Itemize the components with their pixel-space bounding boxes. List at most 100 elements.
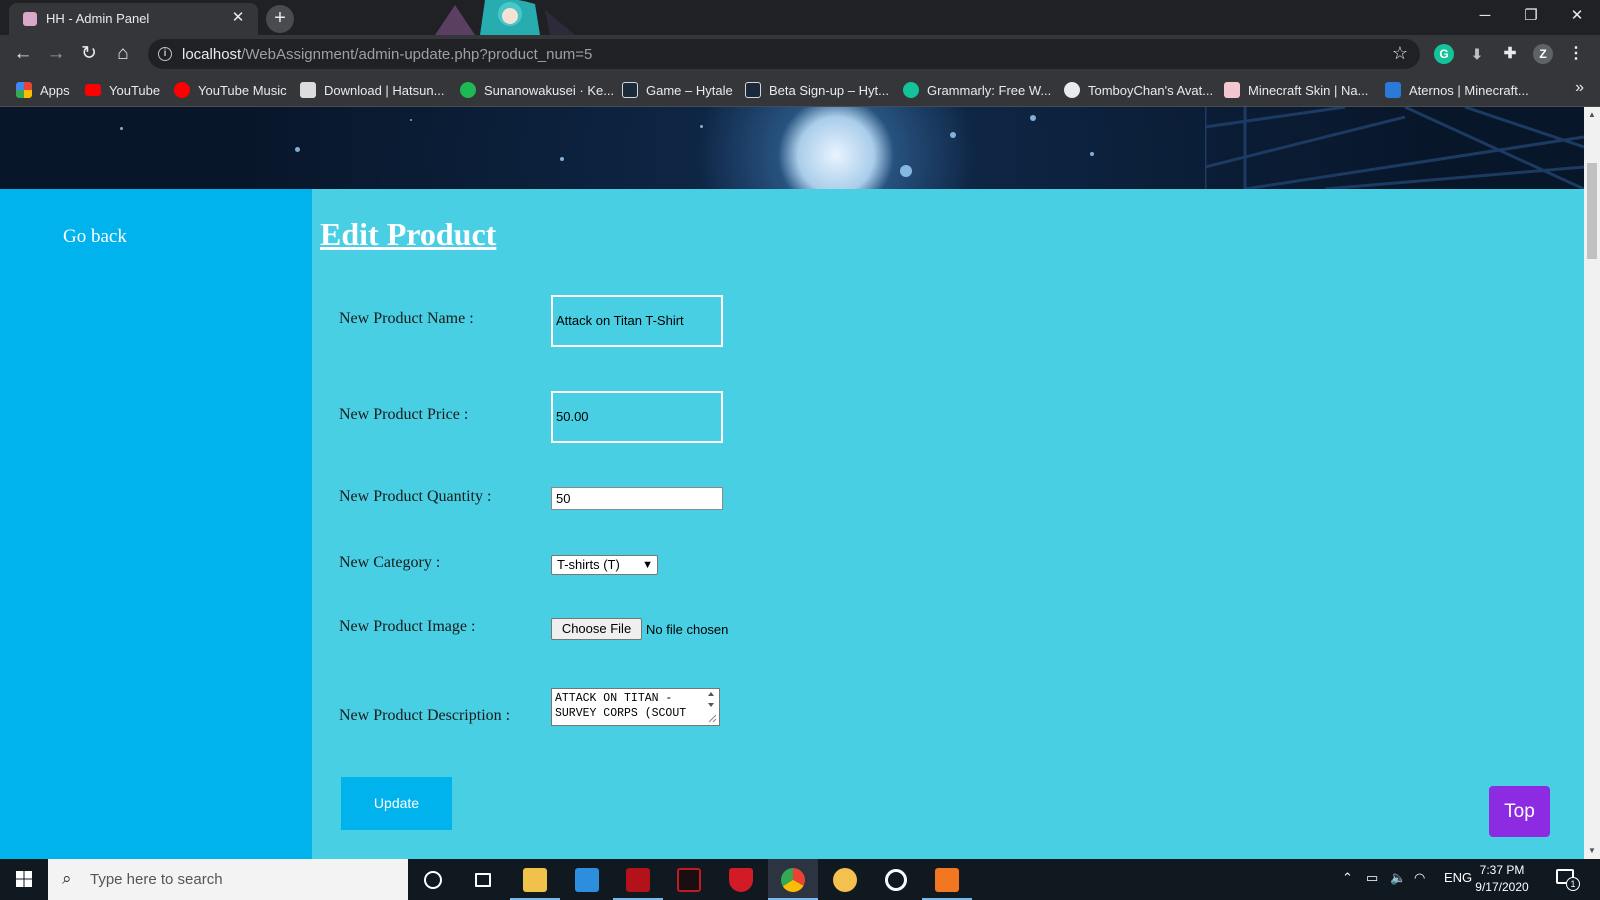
- page-title: Edit Product: [320, 216, 497, 252]
- mail-app[interactable]: [562, 859, 612, 900]
- action-center-button[interactable]: 1: [1556, 867, 1586, 893]
- update-button[interactable]: Update: [341, 777, 452, 830]
- product-quantity-input[interactable]: 50: [551, 487, 723, 510]
- profile-avatar[interactable]: Z: [1533, 44, 1553, 64]
- go-back-link[interactable]: Go back: [63, 226, 127, 248]
- bookmark-spotify[interactable]: Sunanowakusei · Ke...: [460, 80, 614, 100]
- url-path: /WebAssignment/admin-update.php?product_…: [241, 46, 593, 63]
- scroll-to-top-button[interactable]: Top: [1489, 786, 1550, 837]
- product-description-textarea[interactable]: ATTACK ON TITAN - SURVEY CORPS (SCOUT: [551, 688, 720, 726]
- scroll-down-arrow-icon[interactable]: ▼: [1584, 843, 1600, 859]
- sidebar: Go back: [0, 189, 312, 859]
- msi-icon: [677, 868, 701, 892]
- bookmark-hatsune[interactable]: Download | Hatsun...: [300, 80, 444, 100]
- xampp-icon: [935, 868, 959, 892]
- cortana-button[interactable]: [408, 859, 458, 900]
- bookmark-star-icon[interactable]: ☆: [1392, 43, 1408, 64]
- timer-app[interactable]: [871, 859, 921, 900]
- osu-app[interactable]: [820, 859, 870, 900]
- file-explorer-app[interactable]: [510, 859, 560, 900]
- bookmark-label: Download | Hatsun...: [324, 82, 445, 98]
- bookmark-apps[interactable]: Apps: [16, 80, 70, 100]
- battery-icon[interactable]: ▭: [1366, 870, 1378, 886]
- browser-tab-bar: HH - Admin Panel ✕ + ─ ❐ ✕: [0, 0, 1600, 35]
- bookmark-hytale-beta[interactable]: Beta Sign-up – Hyt...: [745, 80, 889, 100]
- aternos-icon: [1385, 82, 1401, 98]
- tab-title: HH - Admin Panel: [46, 11, 150, 26]
- grammarly-extension-icon[interactable]: G: [1434, 44, 1454, 64]
- more-bookmarks-icon[interactable]: »: [1575, 79, 1584, 97]
- bookmark-youtube-music[interactable]: YouTube Music: [174, 80, 287, 100]
- hytale-icon: [745, 82, 761, 98]
- site-info-icon[interactable]: i: [158, 47, 172, 61]
- bookmark-label: Apps: [40, 82, 70, 98]
- download-extension-icon[interactable]: ⬇: [1467, 44, 1487, 64]
- task-view-icon: [475, 873, 491, 887]
- new-tab-button[interactable]: +: [266, 5, 294, 33]
- page-scrollbar[interactable]: ▲ ▼: [1584, 107, 1600, 859]
- theme-art-image: [415, 0, 580, 35]
- security-app[interactable]: [716, 859, 766, 900]
- chrome-app[interactable]: [768, 859, 818, 900]
- minimize-window-button[interactable]: ─: [1462, 0, 1508, 32]
- bookmark-aternos[interactable]: Aternos | Minecraft...: [1385, 80, 1529, 100]
- bookmark-minecraft-skin[interactable]: Minecraft Skin | Na...: [1224, 80, 1368, 100]
- edit-product-panel: Edit Product New Product Name : Attack o…: [312, 189, 1584, 859]
- bookmark-tomboychan[interactable]: TomboyChan's Avat...: [1064, 80, 1213, 100]
- bookmark-youtube[interactable]: YouTube: [85, 80, 160, 100]
- product-price-input[interactable]: 50.00: [551, 391, 723, 443]
- globe-icon: [1064, 82, 1080, 98]
- bookmarks-bar: Apps YouTube YouTube Music Download | Ha…: [0, 73, 1600, 107]
- category-select[interactable]: T-shirts (T) ▼: [551, 555, 658, 575]
- product-price-label: New Product Price :: [339, 406, 469, 423]
- folder-icon: [523, 868, 547, 892]
- reload-button[interactable]: ↻: [75, 40, 103, 68]
- address-bar[interactable]: i localhost/WebAssignment/admin-update.p…: [148, 39, 1420, 69]
- extensions-puzzle-icon[interactable]: ✚: [1500, 44, 1520, 64]
- product-image-label: New Product Image :: [339, 618, 476, 635]
- notification-count: 1: [1566, 877, 1580, 891]
- bookmark-label: Minecraft Skin | Na...: [1248, 82, 1369, 98]
- task-view-button[interactable]: [458, 859, 508, 900]
- taskbar-search-box[interactable]: ⌕ Type here to search: [48, 859, 408, 900]
- back-button[interactable]: ←: [9, 40, 37, 68]
- xampp-app[interactable]: [922, 859, 972, 900]
- forward-button[interactable]: →: [42, 40, 70, 68]
- scroll-up-arrow-icon[interactable]: ▲: [1584, 107, 1600, 123]
- bookmark-grammarly[interactable]: Grammarly: Free W...: [903, 80, 1051, 100]
- browser-tab[interactable]: HH - Admin Panel ✕: [9, 3, 258, 35]
- shield-icon: [729, 868, 753, 892]
- timer-icon: [885, 869, 907, 891]
- gaming-app[interactable]: [613, 859, 663, 900]
- browser-menu-icon[interactable]: ⋮: [1566, 44, 1586, 64]
- windows-taskbar: ⌕ Type here to search ⌃ ▭ 🔈 ◠ ENG 7:37 P…: [0, 859, 1600, 900]
- grammarly-icon: [903, 82, 919, 98]
- home-button[interactable]: ⌂: [109, 40, 137, 68]
- cortana-icon: [424, 871, 442, 889]
- page-icon: [300, 82, 316, 98]
- close-tab-icon[interactable]: ✕: [228, 8, 248, 28]
- product-name-input[interactable]: Attack on Titan T-Shirt: [551, 295, 723, 347]
- bookmark-label: Grammarly: Free W...: [927, 82, 1052, 98]
- start-button[interactable]: [0, 859, 48, 900]
- show-hidden-icons-icon[interactable]: ⌃: [1342, 870, 1353, 886]
- scrollbar-thumb[interactable]: [1587, 163, 1597, 259]
- mail-icon: [575, 868, 599, 892]
- restore-window-button[interactable]: ❐: [1508, 0, 1554, 32]
- choose-file-button[interactable]: Choose File: [551, 618, 642, 640]
- textarea-scroll-arrows-icon[interactable]: [704, 690, 718, 724]
- site-favicon-icon: [23, 12, 37, 26]
- bookmark-label: YouTube: [109, 82, 161, 98]
- system-clock[interactable]: 7:37 PM 9/17/2020: [1462, 862, 1542, 896]
- windows-logo-icon: [16, 871, 32, 887]
- msi-app[interactable]: [664, 859, 714, 900]
- wifi-icon[interactable]: ◠: [1414, 870, 1425, 886]
- bookmark-hytale-game[interactable]: Game – Hytale: [622, 80, 733, 100]
- spotify-icon: [460, 82, 476, 98]
- bookmark-label: YouTube Music: [198, 82, 287, 98]
- close-window-button[interactable]: ✕: [1554, 0, 1600, 32]
- dragon-center-icon: [626, 868, 650, 892]
- product-name-label: New Product Name :: [339, 310, 474, 327]
- volume-icon[interactable]: 🔈: [1390, 870, 1406, 886]
- header-banner-image: [0, 107, 1584, 189]
